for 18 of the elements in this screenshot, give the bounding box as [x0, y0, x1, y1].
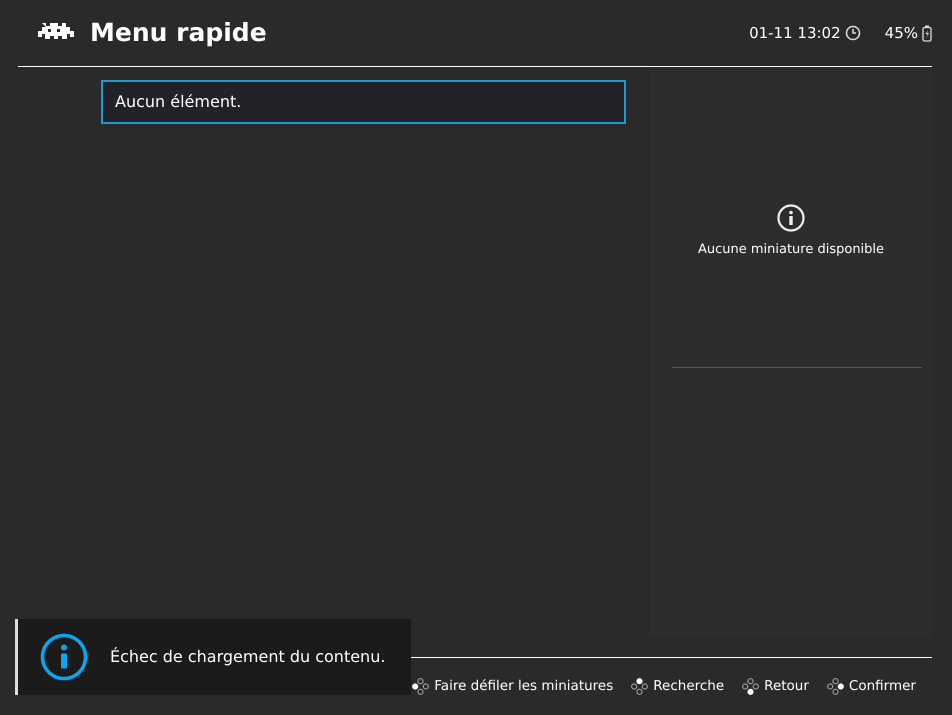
gamepad-buttons-icon [631, 678, 648, 695]
clock-text: 01-11 13:02 [749, 22, 841, 44]
hint-label: Confirmer [848, 677, 916, 696]
gamepad-buttons-icon [826, 678, 844, 695]
no-thumbnail-message: Aucune miniature disponible [698, 241, 884, 259]
notification-message: Échec de chargement du contenu. [110, 646, 386, 668]
gamepad-buttons-icon [412, 678, 430, 695]
hint-label: Retour [764, 677, 809, 696]
hint-label: Recherche [653, 677, 724, 696]
clock-icon [844, 25, 861, 41]
gamepad-buttons-icon [742, 678, 760, 695]
info-icon [777, 204, 805, 232]
battery-percent: 45% [884, 22, 918, 44]
menu-title: Menu rapide [90, 17, 267, 50]
battery-icon [922, 24, 932, 42]
hint-label: Faire défiler les miniatures [434, 677, 614, 696]
info-icon [40, 633, 88, 681]
menu-item[interactable]: Aucun élément. [101, 80, 626, 124]
